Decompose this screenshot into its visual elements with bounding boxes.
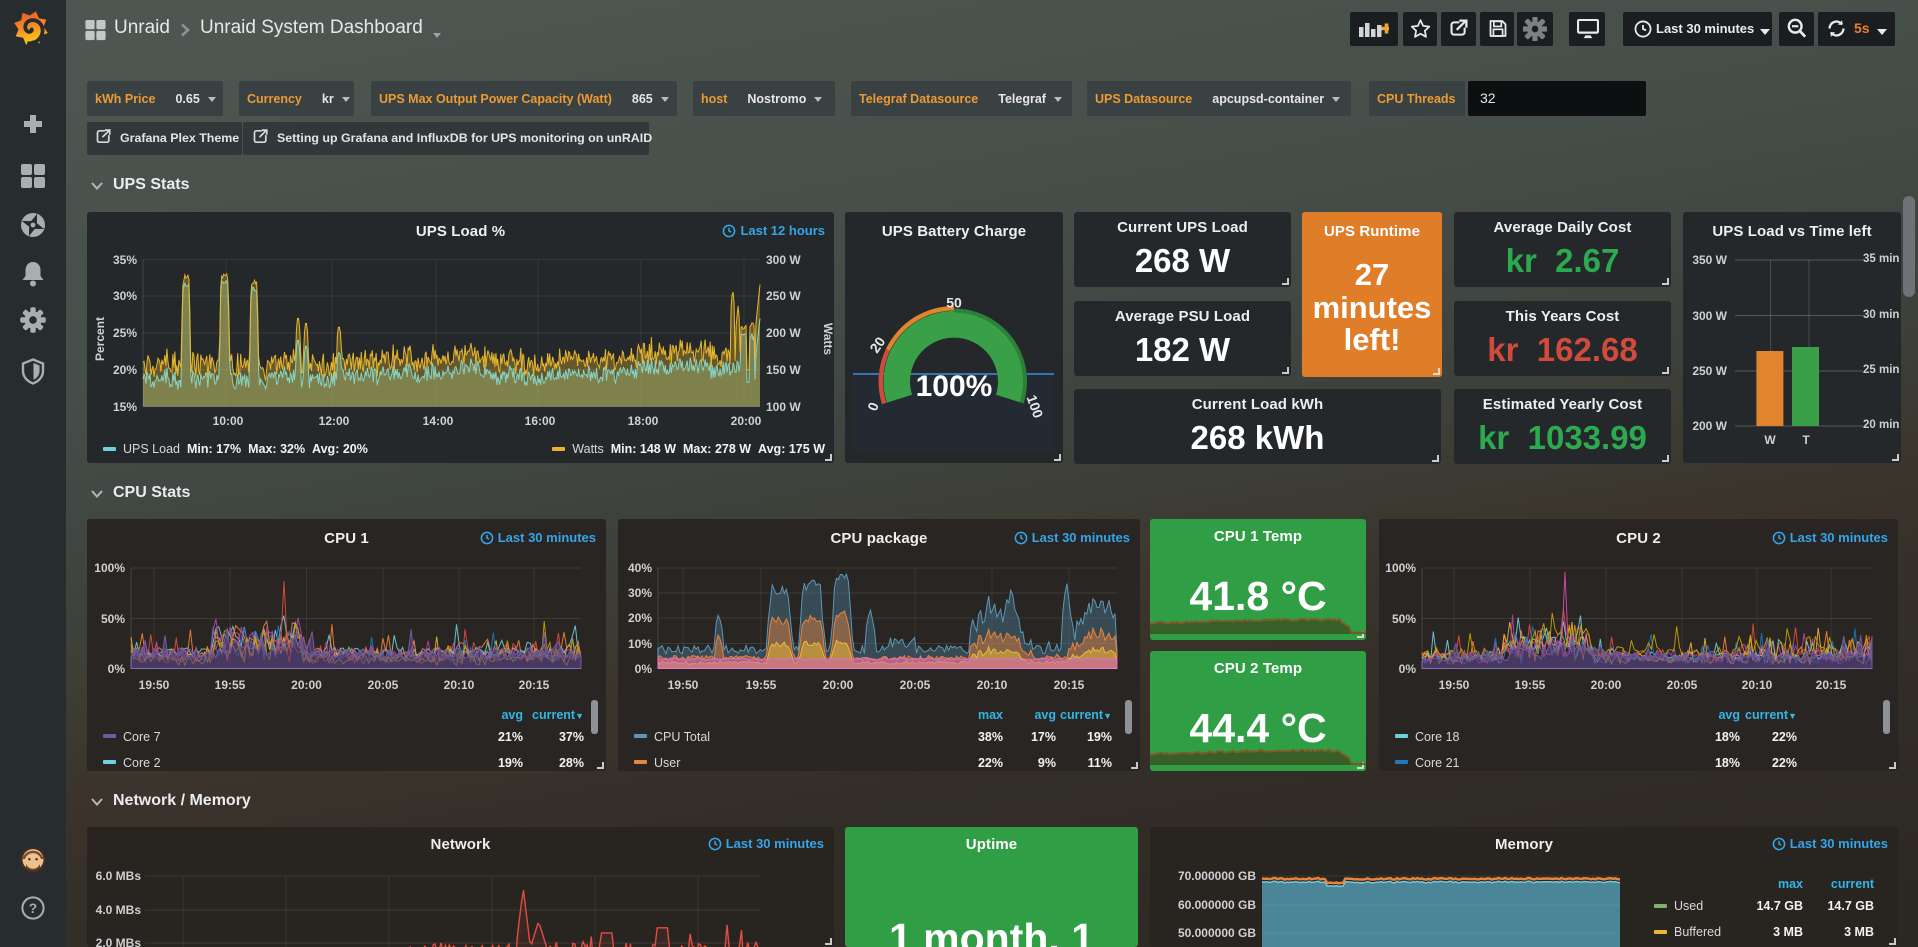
svg-text:?: ? [29, 901, 37, 916]
svg-text:50: 50 [946, 295, 962, 311]
